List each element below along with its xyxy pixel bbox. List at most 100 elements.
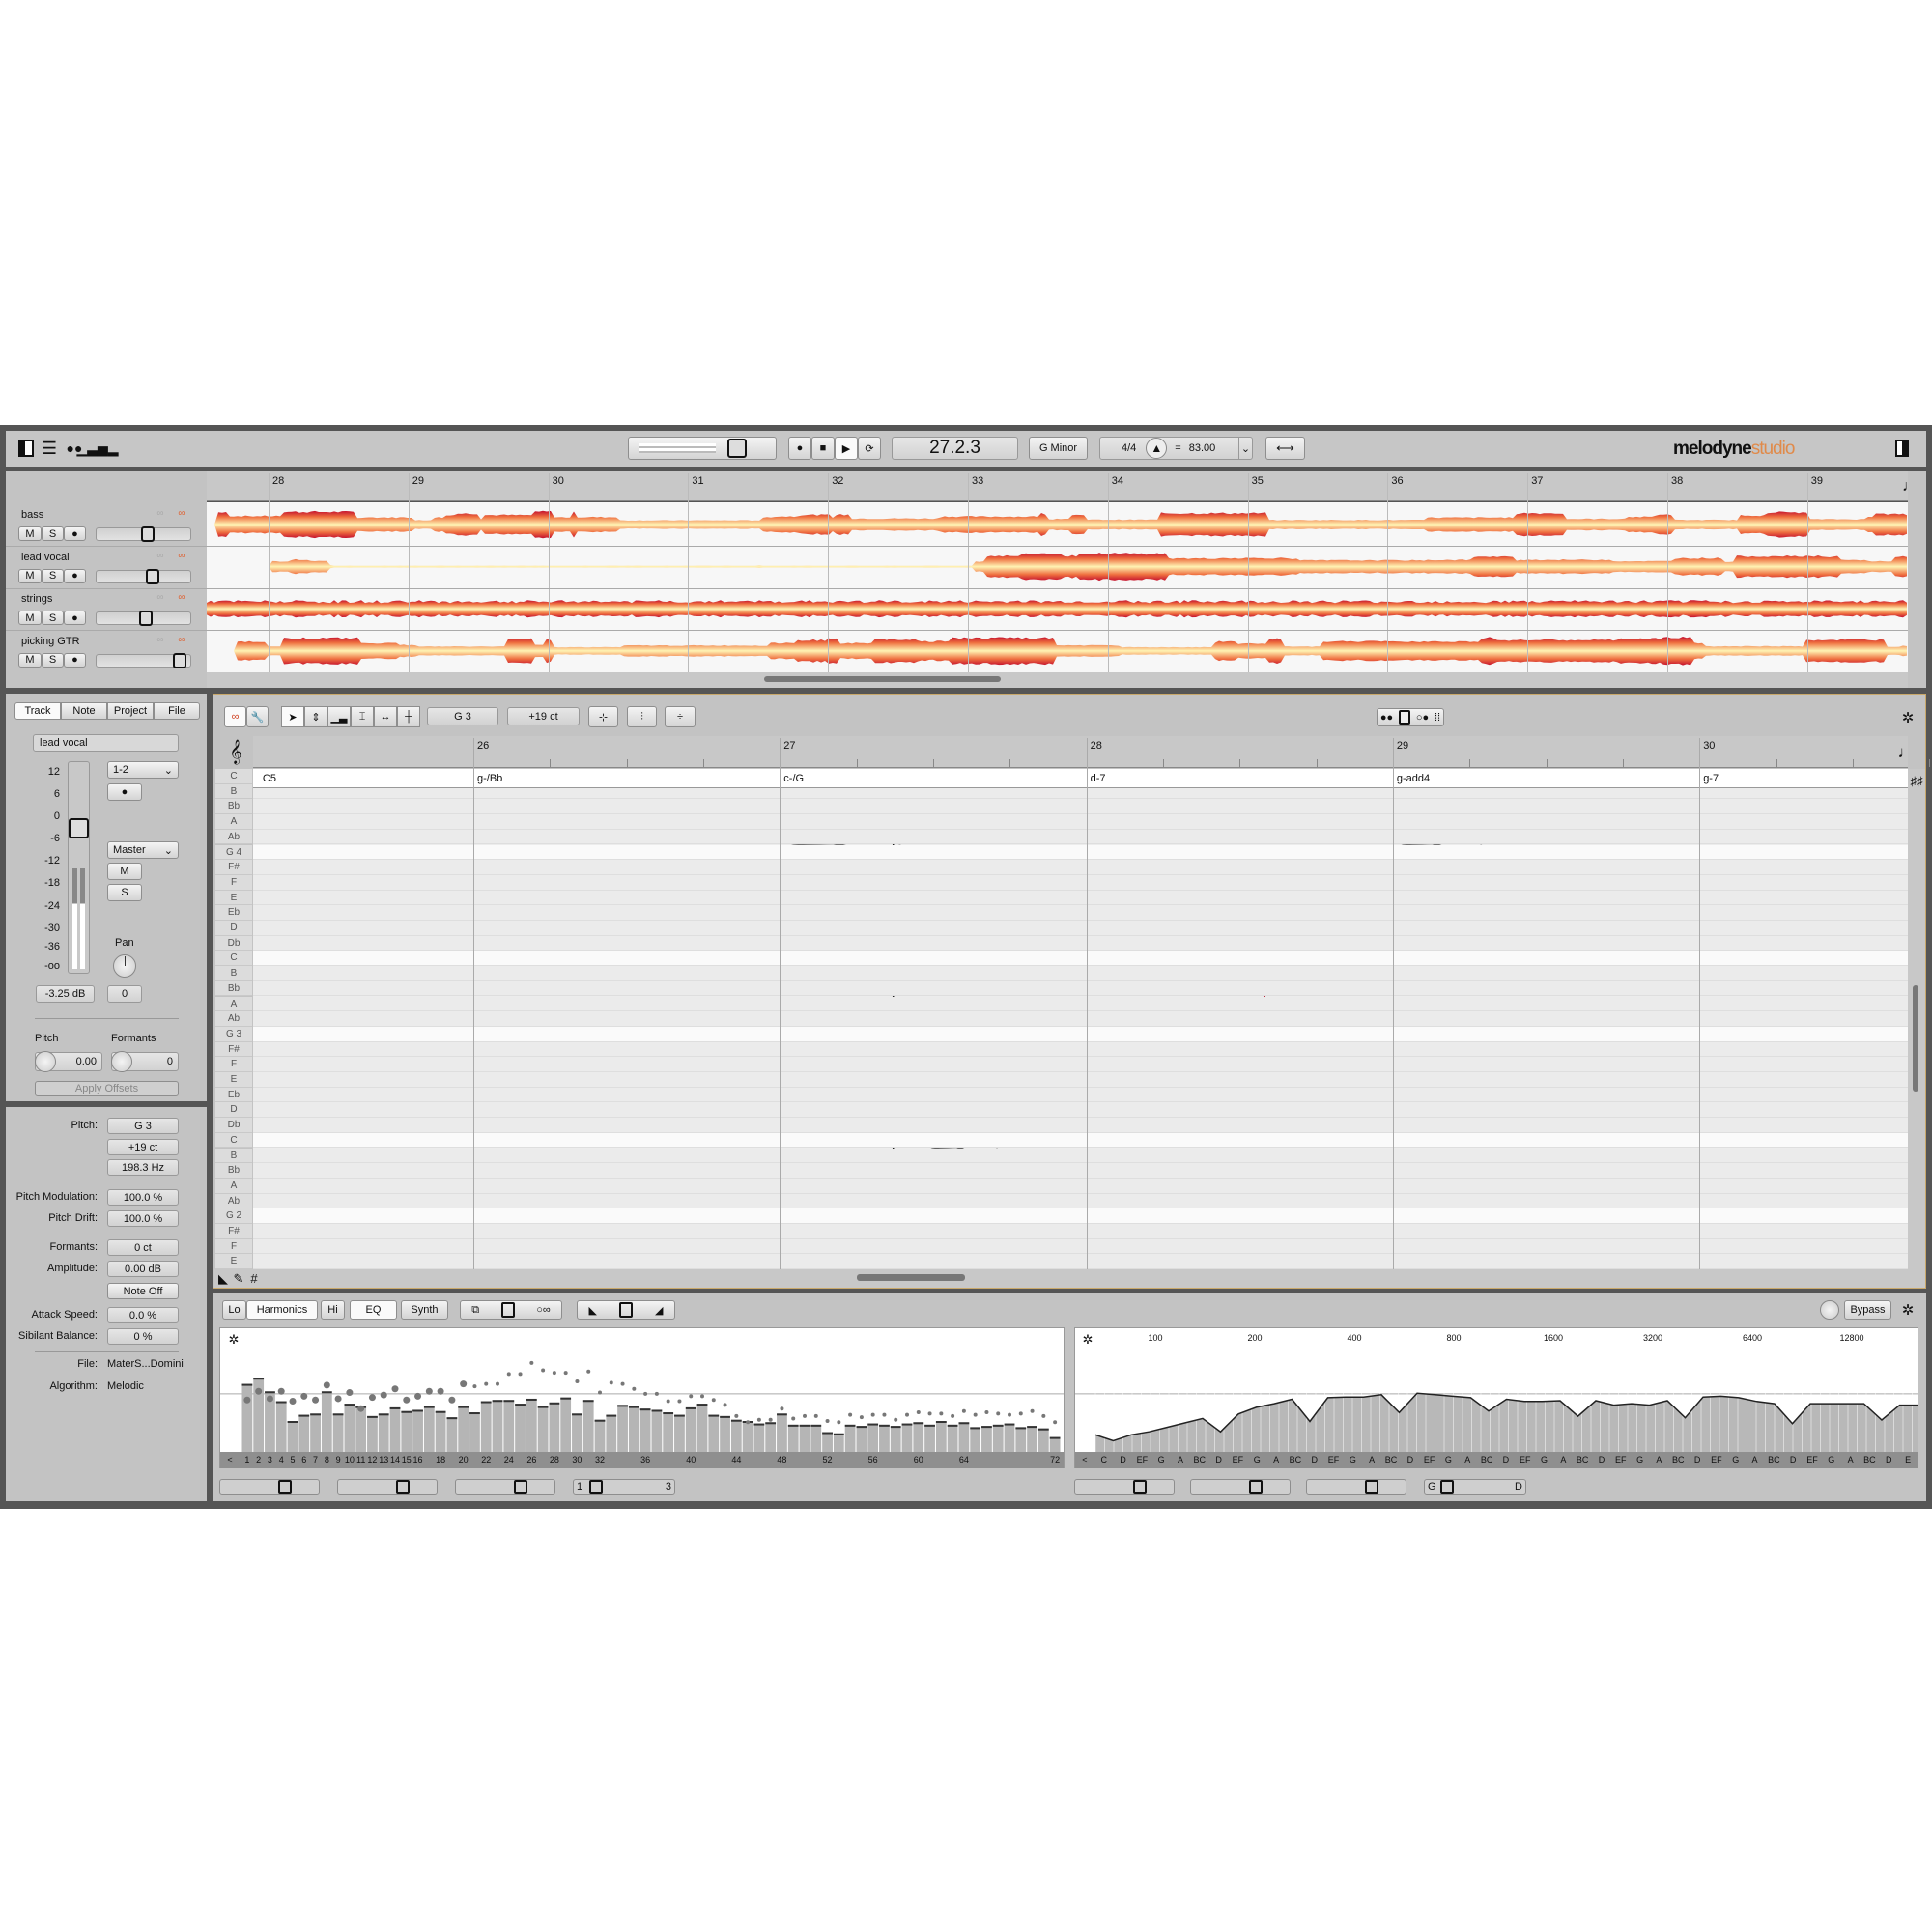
pitch-key-g3[interactable]: G 3 — [215, 1026, 252, 1042]
tempo-dropdown[interactable]: ⌄ — [1238, 438, 1252, 459]
sound-control-slider[interactable] — [1306, 1479, 1406, 1495]
pitch-key-fsharp[interactable]: F# — [215, 860, 252, 875]
sound-control-thumb[interactable] — [278, 1480, 292, 1494]
inspector-tab-file[interactable]: File — [154, 702, 200, 720]
settings-wrench-button[interactable]: 🔧 — [246, 706, 269, 727]
track-name[interactable]: strings — [21, 593, 52, 605]
record-button[interactable]: ● — [788, 437, 811, 460]
note-param-pitchdrift[interactable]: 100.0 % — [107, 1210, 179, 1227]
track-volume-fader[interactable] — [96, 526, 191, 542]
solo-button[interactable]: S — [107, 884, 142, 901]
note-value-icon[interactable]: ♩ — [1902, 479, 1918, 495]
note-param-attackspeed[interactable]: 0.0 % — [107, 1307, 179, 1323]
quantize-time-button[interactable]: ⫶ — [627, 706, 657, 727]
pitch-key-c[interactable]: C — [215, 951, 252, 967]
track-mute-button[interactable]: M — [18, 652, 42, 668]
split-button[interactable]: ÷ — [665, 706, 696, 727]
sound-control-slider[interactable] — [219, 1479, 320, 1495]
tab-synth[interactable]: Synth — [401, 1300, 448, 1320]
sound-control-slider[interactable]: 13 — [573, 1479, 675, 1495]
sound-control-slider[interactable] — [455, 1479, 555, 1495]
tool-formant-button[interactable]: ▁▃ — [327, 706, 351, 727]
pitch-key-a[interactable]: A — [215, 1178, 252, 1194]
transport-level-slider[interactable] — [628, 437, 777, 460]
tab-eq[interactable]: EQ — [350, 1300, 397, 1320]
inspector-tab-track[interactable]: Track — [14, 702, 61, 720]
track-edit-icon[interactable]: ∞ — [174, 508, 189, 520]
record-arm-button[interactable]: ● — [107, 783, 142, 801]
tab-harmonics[interactable]: Harmonics — [246, 1300, 318, 1320]
tab-hi[interactable]: Hi — [321, 1300, 345, 1320]
pitch-key-ab[interactable]: Ab — [215, 1011, 252, 1027]
pitch-key-f[interactable]: F — [215, 874, 252, 891]
sound-control-slider[interactable] — [1074, 1479, 1175, 1495]
pitch-key-g4[interactable]: G 4 — [215, 844, 252, 861]
track-name[interactable]: bass — [21, 509, 43, 521]
editor-vertical-scrollbar[interactable] — [1913, 985, 1918, 1092]
pitch-key-f[interactable]: F — [215, 1057, 252, 1072]
inspector-toggle-icon[interactable] — [18, 440, 34, 457]
track-mute-button[interactable]: M — [18, 526, 42, 541]
track-edit-icon[interactable]: ∞ — [174, 551, 189, 562]
track-blob-icon[interactable]: ∞ — [153, 551, 168, 562]
sound-control-slider[interactable]: GD — [1424, 1479, 1526, 1495]
clef-icon[interactable]: 𝄞 — [226, 740, 245, 763]
pitch-key-e[interactable]: E — [215, 1254, 252, 1270]
track-volume-fader[interactable] — [96, 611, 191, 627]
chord-label[interactable]: c-/G — [783, 773, 804, 784]
pitch-key-db[interactable]: Db — [215, 1118, 252, 1133]
sound-control-slider[interactable] — [337, 1479, 438, 1495]
sound-editor-gear-icon[interactable]: ✲ — [1899, 1301, 1917, 1319]
sound-control-thumb[interactable] — [589, 1480, 603, 1494]
pitch-key-f[interactable]: F — [215, 1238, 252, 1255]
pitch-key-db[interactable]: Db — [215, 935, 252, 952]
scale-icon[interactable]: ♯♯ — [1909, 773, 1924, 788]
chord-label[interactable]: g-/Bb — [477, 773, 502, 784]
chord-label[interactable]: d-7 — [1091, 773, 1106, 784]
note-param-hz[interactable]: 198.3 Hz — [107, 1159, 179, 1176]
chord-label[interactable]: g-7 — [1703, 773, 1719, 784]
spectrum-icon[interactable]: ▁▃▅▂ — [76, 438, 118, 459]
tool-time-button[interactable]: ↔ — [374, 706, 397, 727]
key-button[interactable]: G Minor — [1029, 437, 1088, 460]
pitch-key-eb[interactable]: Eb — [215, 1087, 252, 1103]
tool-amplitude-button[interactable]: ⌶ — [351, 706, 374, 727]
pitch-key-fsharp[interactable]: F# — [215, 1224, 252, 1239]
sound-control-thumb[interactable] — [514, 1480, 527, 1494]
harmonics-chart[interactable] — [219, 1327, 1065, 1468]
track-blob-icon[interactable]: ∞ — [153, 592, 168, 604]
harmonics-gear-icon[interactable]: ✲ — [226, 1331, 242, 1347]
tool-pitch-button[interactable]: ⇕ — [304, 706, 327, 727]
bypass-knob[interactable] — [1820, 1300, 1839, 1320]
apply-offsets-button[interactable]: Apply Offsets — [35, 1081, 179, 1096]
volume-value[interactable]: -3.25 dB — [36, 985, 95, 1003]
sound-control-thumb[interactable] — [1365, 1480, 1378, 1494]
pitch-key-d[interactable]: D — [215, 921, 252, 936]
send-select[interactable]: Master ⌄ — [107, 841, 179, 859]
tool-separation-button[interactable]: ┼ — [397, 706, 420, 727]
pitch-key-d[interactable]: D — [215, 1102, 252, 1119]
note-param-noteoff[interactable]: Note Off — [107, 1283, 179, 1299]
pitch-key-fsharp[interactable]: F# — [215, 1041, 252, 1058]
panel-toggle-icon[interactable] — [1895, 440, 1909, 457]
track-record-button[interactable]: ● — [64, 611, 86, 626]
track-name-field[interactable]: lead vocal — [33, 734, 179, 752]
pitch-key-g2[interactable]: G 2 — [215, 1208, 252, 1224]
sound-control-slider[interactable] — [1190, 1479, 1291, 1495]
editor-gear-icon[interactable]: ✲ — [1899, 709, 1917, 726]
inspector-tab-note[interactable]: Note — [61, 702, 107, 720]
time-signature[interactable]: 4/4 — [1122, 442, 1136, 454]
track-mute-button[interactable]: M — [18, 611, 42, 626]
track-mute-button[interactable]: M — [18, 568, 42, 583]
track-record-button[interactable]: ● — [64, 652, 86, 668]
track-fader-thumb[interactable] — [139, 611, 154, 627]
tab-lo[interactable]: Lo — [222, 1300, 246, 1320]
eq-chart[interactable] — [1074, 1327, 1918, 1468]
position-display[interactable]: 27.2.3 — [892, 437, 1018, 460]
note-param-sibilantbalance[interactable]: 0 % — [107, 1328, 179, 1345]
metronome-icon[interactable]: ▲ — [1146, 438, 1168, 459]
output-select[interactable]: 1-2 ⌄ — [107, 761, 179, 779]
chord-label[interactable]: g-add4 — [1397, 773, 1430, 784]
pitch-key-b[interactable]: B — [215, 1148, 252, 1164]
pitch-key-b[interactable]: B — [215, 783, 252, 800]
